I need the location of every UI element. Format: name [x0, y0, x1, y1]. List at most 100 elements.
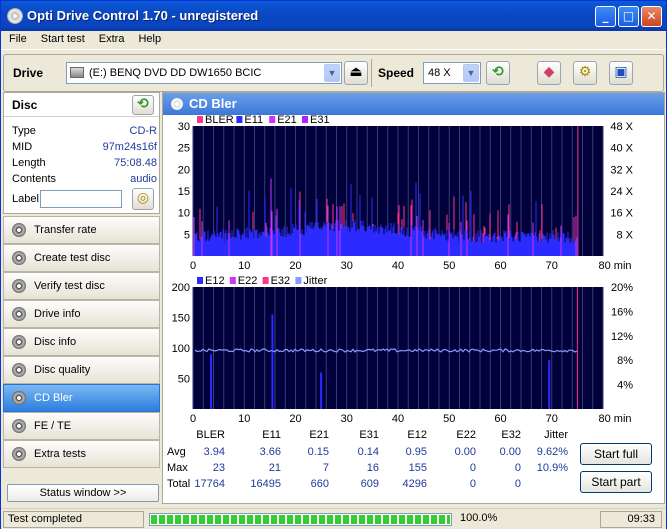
stats-cell: 9.62% [536, 446, 568, 458]
nav-transfer-rate[interactable]: Transfer rate [3, 216, 160, 244]
x-tick-label: 50 [443, 260, 455, 272]
y2-tick-label: 8% [617, 355, 633, 367]
y2-tick-label: 24 X [610, 186, 633, 198]
drive-label: Drive [13, 66, 44, 80]
x-tick-label: 40 [392, 260, 404, 272]
cd-bler-panel: CD Bler 30 25 20 15 10 5 48 X 40 X 32 X 24 X 16 X 8… [162, 92, 665, 504]
y2-tick-label: 20% [611, 282, 633, 294]
y-tick-label: 200 [172, 282, 190, 294]
y2-tick-label: 8 X [616, 229, 633, 241]
disc-icon [12, 307, 26, 321]
y2-tick-label: 48 X [610, 121, 633, 133]
legend-swatch [269, 116, 276, 123]
status-window-button[interactable]: Status window >> [7, 484, 159, 502]
nav-disc-info[interactable]: Disc info [3, 328, 160, 356]
bler-charts: 30 25 20 15 10 5 48 X 40 X 32 X 24 X 16 X 8 X 0 10 20 3… [172, 115, 634, 425]
nav-drive-info[interactable]: Drive info [3, 300, 160, 328]
close-button[interactable]: ✕ [641, 6, 662, 27]
y-tick-label: 10 [178, 208, 190, 220]
title-bar[interactable]: Opti Drive Control 1.70 - unregistered _… [1, 1, 666, 31]
nav-fe-te[interactable]: FE / TE [3, 412, 160, 440]
save-button[interactable]: ▣ [609, 61, 633, 85]
disc-mid-label: MID [12, 141, 33, 153]
disc-type-label: Type [12, 125, 36, 137]
stats-cell: 609 [360, 478, 379, 490]
legend-swatch [295, 277, 302, 284]
stats-cell: 0.15 [307, 446, 329, 458]
panel-header: CD Bler [163, 93, 664, 115]
stats-header: BLER [196, 429, 225, 441]
clock: 09:33 [600, 511, 662, 528]
y2-tick-label: 16 X [610, 208, 633, 220]
save-icon: ▣ [614, 64, 628, 80]
y2-tick-label: 12% [611, 331, 633, 343]
disc-length-row: Length 75:08.48 [12, 157, 157, 173]
nav-label: FE / TE [34, 420, 72, 432]
disc-label-input[interactable] [40, 190, 122, 208]
maximize-button[interactable]: □ [618, 6, 639, 27]
y-tick-label: 50 [178, 374, 190, 386]
minimize-button[interactable]: _ [595, 6, 616, 27]
legend-label: E32 [271, 275, 291, 287]
x-tick-label: 10 [238, 260, 250, 272]
menu-start-test[interactable]: Start test [33, 31, 91, 45]
start-part-button[interactable]: Start part [580, 471, 652, 493]
disc-label-label: Label [12, 193, 39, 205]
nav-cd-bler[interactable]: CD Bler [3, 384, 160, 412]
legend-label: E21 [277, 115, 297, 126]
nav-label: Transfer rate [34, 224, 97, 236]
status-bar: Test completed 100.0% 09:33 [1, 508, 666, 529]
x-tick-label: 60 [494, 413, 506, 425]
disc-type-value: CD-R [129, 125, 158, 137]
nav-verify-test-disc[interactable]: Verify test disc [3, 272, 160, 300]
settings-button[interactable]: ⚙ [573, 61, 597, 85]
stats-header: E12 [407, 429, 427, 441]
progress-fill [151, 515, 450, 524]
start-full-button[interactable]: Start full [580, 443, 652, 465]
disc-icon [12, 223, 26, 237]
disc-header: Disc ⟲ [4, 93, 159, 117]
nav-label: Disc quality [34, 364, 91, 376]
menu-extra[interactable]: Extra [91, 31, 131, 45]
disc-icon [171, 98, 183, 110]
x-tick-label: 80 min [598, 413, 631, 425]
stats-cell: 7 [322, 462, 329, 474]
speed-select[interactable]: 48 X ▼ [423, 62, 481, 84]
disc-icon [12, 391, 26, 405]
menu-file[interactable]: File [1, 31, 33, 45]
stats-header: E22 [456, 429, 476, 441]
stats-cell: 660 [310, 478, 329, 490]
nav-extra-tests[interactable]: Extra tests [3, 440, 160, 468]
erase-button[interactable]: ◆ [537, 61, 561, 85]
stats-cell: 21 [268, 462, 281, 474]
legend-label: E11 [244, 115, 263, 126]
window-title: Opti Drive Control 1.70 - unregistered [27, 8, 259, 23]
x-tick-label: 20 [289, 413, 301, 425]
progress-bar [149, 513, 452, 526]
stats-header: E11 [262, 429, 281, 441]
x-tick-label: 60 [494, 260, 506, 272]
nav-create-test-disc[interactable]: Create test disc [3, 244, 160, 272]
legend-swatch [197, 116, 203, 123]
menu-help[interactable]: Help [130, 31, 167, 45]
x-tick-label: 70 [546, 260, 558, 272]
refresh-disc-button[interactable]: ⟲ [132, 95, 154, 115]
drive-select[interactable]: (E:) BENQ DVD DD DW1650 BCIC ▼ [66, 62, 342, 84]
speed-label: Speed [378, 66, 415, 80]
stats-header: E21 [309, 429, 329, 441]
nav-disc-quality[interactable]: Disc quality [3, 356, 160, 384]
x-tick-label: 0 [190, 413, 196, 425]
disc-icon: ◎ [136, 190, 150, 206]
stats-cell: 0.95 [405, 446, 427, 458]
nav-label: CD Bler [34, 392, 73, 404]
y-tick-label: 100 [172, 343, 190, 355]
legend-swatch [302, 116, 308, 123]
legend-swatch [262, 277, 269, 284]
x-tick-label: 30 [341, 413, 353, 425]
disc-icon [12, 419, 26, 433]
disc-label-button[interactable]: ◎ [132, 188, 154, 210]
eject-button[interactable]: ⏏ [344, 61, 368, 85]
legend-label: E12 [205, 275, 225, 287]
menu-bar: File Start test Extra Help [1, 31, 666, 50]
refresh-speed-button[interactable]: ⟲ [486, 61, 510, 85]
